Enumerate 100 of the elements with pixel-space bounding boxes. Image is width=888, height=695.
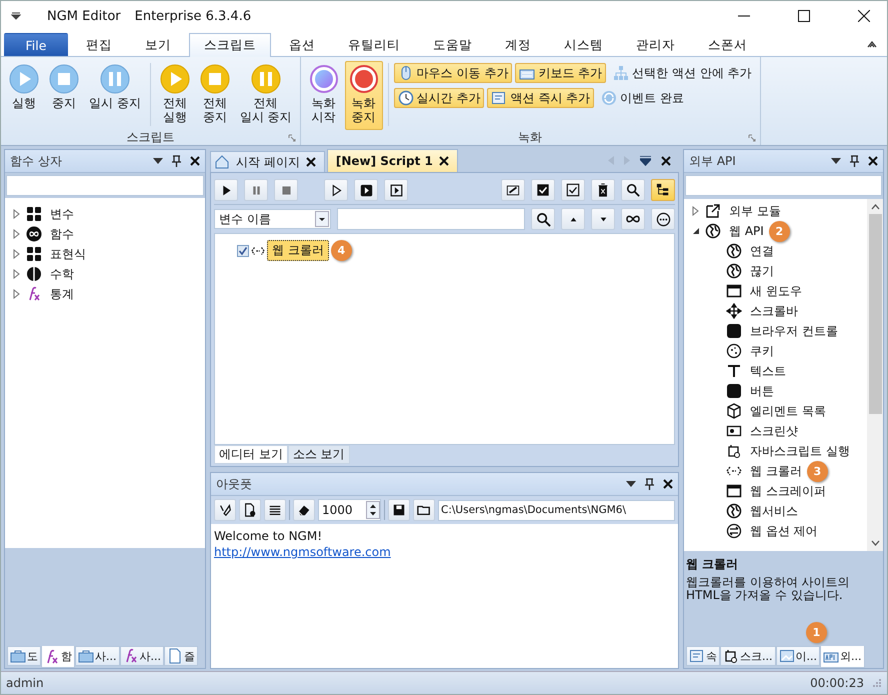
- tree-item[interactable]: 스크린샷: [750, 422, 798, 440]
- toolbar-button[interactable]: [621, 208, 645, 230]
- ribbon-button[interactable]: 이벤트 완료: [597, 88, 688, 108]
- collapsed-arrow-icon[interactable]: [13, 269, 21, 279]
- tree-item[interactable]: 브라우저 컨트롤: [750, 322, 838, 340]
- toolbar-button[interactable]: [293, 499, 315, 521]
- toolbar-button[interactable]: [591, 179, 615, 201]
- toolbar-button[interactable]: [388, 499, 410, 521]
- ribbon-button[interactable]: 실시간 추가: [394, 88, 484, 108]
- checkbox[interactable]: [237, 244, 249, 256]
- toolbar-button[interactable]: [591, 208, 615, 230]
- ribbon-button[interactable]: 중지: [45, 61, 83, 130]
- toolbar-button[interactable]: [531, 208, 555, 230]
- close-icon[interactable]: [438, 156, 449, 166]
- ribbon-tab[interactable]: 시스템: [549, 33, 618, 56]
- panel-tab[interactable]: 도: [7, 646, 41, 666]
- ribbon-tab[interactable]: 편집: [71, 33, 127, 56]
- panel-tab[interactable]: 즐: [164, 646, 198, 666]
- ribbon-button[interactable]: 키보드 추가: [515, 63, 606, 83]
- view-tab[interactable]: 소스 보기: [288, 445, 350, 464]
- collapsed-arrow-icon[interactable]: [13, 249, 21, 259]
- tree-item[interactable]: 웹 옵션 제어: [750, 522, 818, 540]
- panel-tab[interactable]: 외...: [820, 646, 864, 668]
- resize-grip-icon[interactable]: [872, 678, 882, 688]
- search-field[interactable]: [685, 175, 882, 196]
- dialog-launcher-icon[interactable]: [288, 134, 296, 142]
- pin-icon[interactable]: [172, 155, 181, 167]
- filter-field[interactable]: [337, 208, 525, 230]
- document-tab[interactable]: [New] Script 1: [326, 149, 458, 172]
- ribbon-button[interactable]: 선택한 액션 안에 추가: [609, 63, 756, 83]
- toolbar-button[interactable]: [501, 179, 525, 201]
- tree-item[interactable]: 끊기: [750, 262, 774, 280]
- ribbon-button[interactable]: 액션 즉시 추가: [487, 88, 594, 108]
- scrollbar[interactable]: [867, 199, 883, 551]
- ribbon-button[interactable]: 실행: [5, 61, 43, 130]
- tree-item[interactable]: 표현식: [50, 246, 86, 262]
- ribbon-button[interactable]: 녹화 중지: [344, 61, 383, 130]
- tree-item[interactable]: 버튼: [750, 382, 774, 400]
- ribbon-button[interactable]: 녹화 시작: [304, 61, 343, 130]
- ribbon-tab[interactable]: 보기: [130, 33, 186, 56]
- tree-item[interactable]: 수학: [50, 266, 74, 282]
- toolbar-button[interactable]: [413, 499, 435, 521]
- panel-tab[interactable]: 이...: [776, 646, 820, 666]
- toolbar-button[interactable]: [354, 179, 378, 201]
- ribbon-tab[interactable]: 스폰서: [693, 33, 762, 56]
- tree-item[interactable]: 통계: [50, 286, 74, 302]
- toolbar-button[interactable]: [214, 499, 236, 521]
- ribbon-tab[interactable]: 관리자: [621, 33, 690, 56]
- tree-item[interactable]: 새 윈도우: [750, 282, 802, 300]
- tree-item[interactable]: 엘리멘트 목록: [750, 402, 826, 420]
- tree-item[interactable]: 웹 크롤러: [750, 462, 802, 480]
- ribbon-button[interactable]: 전체 일시 중지: [236, 61, 296, 130]
- tree-item[interactable]: 텍스트: [750, 362, 786, 380]
- ribbon-tab[interactable]: 유틸리티: [333, 33, 415, 56]
- panel-tab[interactable]: 스크...: [720, 646, 776, 666]
- panel-tab[interactable]: 사...: [120, 646, 164, 666]
- dropdown-icon[interactable]: [153, 158, 163, 164]
- view-tab[interactable]: 에디터 보기: [214, 445, 288, 464]
- panel-tab[interactable]: 속: [686, 646, 720, 666]
- tree-item[interactable]: 스크롤바: [750, 302, 798, 320]
- close-icon[interactable]: [663, 479, 673, 489]
- website-link[interactable]: http://www.ngmsoftware.com: [214, 545, 391, 559]
- file-menu-button[interactable]: File: [4, 33, 68, 56]
- filter-dropdown[interactable]: 변수 이름: [214, 209, 332, 229]
- tree-item[interactable]: 웹서비스: [750, 502, 798, 520]
- collapsed-arrow-icon[interactable]: [13, 209, 21, 219]
- toolbar-button[interactable]: [621, 179, 645, 201]
- search-field[interactable]: [6, 175, 204, 196]
- number-spinner[interactable]: 1000: [318, 499, 381, 521]
- ribbon-button[interactable]: 전체 중지: [196, 61, 234, 130]
- tree-item[interactable]: 웹 API: [729, 222, 764, 240]
- document-tab[interactable]: 시작 페이지: [210, 151, 325, 172]
- ribbon-tab[interactable]: 계정: [490, 33, 546, 56]
- dropdown-icon[interactable]: [831, 158, 841, 164]
- tree-item[interactable]: 외부 모듈: [729, 202, 781, 220]
- ribbon-tab[interactable]: 옵션: [274, 33, 330, 56]
- toolbar-button[interactable]: [651, 179, 675, 201]
- tree-item[interactable]: 자바스크립트 실행: [750, 442, 850, 460]
- tab-list-icon[interactable]: [640, 156, 651, 166]
- dropdown-icon[interactable]: [626, 481, 636, 487]
- close-icon[interactable]: [306, 157, 316, 167]
- toolbar-button[interactable]: [239, 499, 261, 521]
- collapsed-arrow-icon[interactable]: [13, 289, 21, 299]
- tree-item[interactable]: 변수: [50, 206, 74, 222]
- dialog-launcher-icon[interactable]: [748, 134, 756, 142]
- tree-item[interactable]: 쿠키: [750, 342, 774, 360]
- collapsed-arrow-icon[interactable]: [692, 206, 700, 216]
- ribbon-tab[interactable]: 도움말: [418, 33, 487, 56]
- pin-icon[interactable]: [850, 155, 859, 167]
- ribbon-button[interactable]: 일시 중지: [85, 61, 145, 130]
- script-node[interactable]: 웹 크롤러: [267, 240, 329, 261]
- toolbar-button[interactable]: [324, 179, 348, 201]
- panel-tab[interactable]: 함: [41, 646, 75, 668]
- close-icon[interactable]: [190, 156, 200, 166]
- path-field[interactable]: C:\Users\ngmas\Documents\NGM6\: [438, 500, 675, 520]
- collapse-ribbon-icon[interactable]: [867, 40, 877, 48]
- toolbar-button[interactable]: [264, 499, 286, 521]
- tree-item[interactable]: 웹 스크레이퍼: [750, 482, 826, 500]
- toolbar-button[interactable]: [651, 208, 675, 230]
- quick-access-icon[interactable]: [11, 12, 21, 20]
